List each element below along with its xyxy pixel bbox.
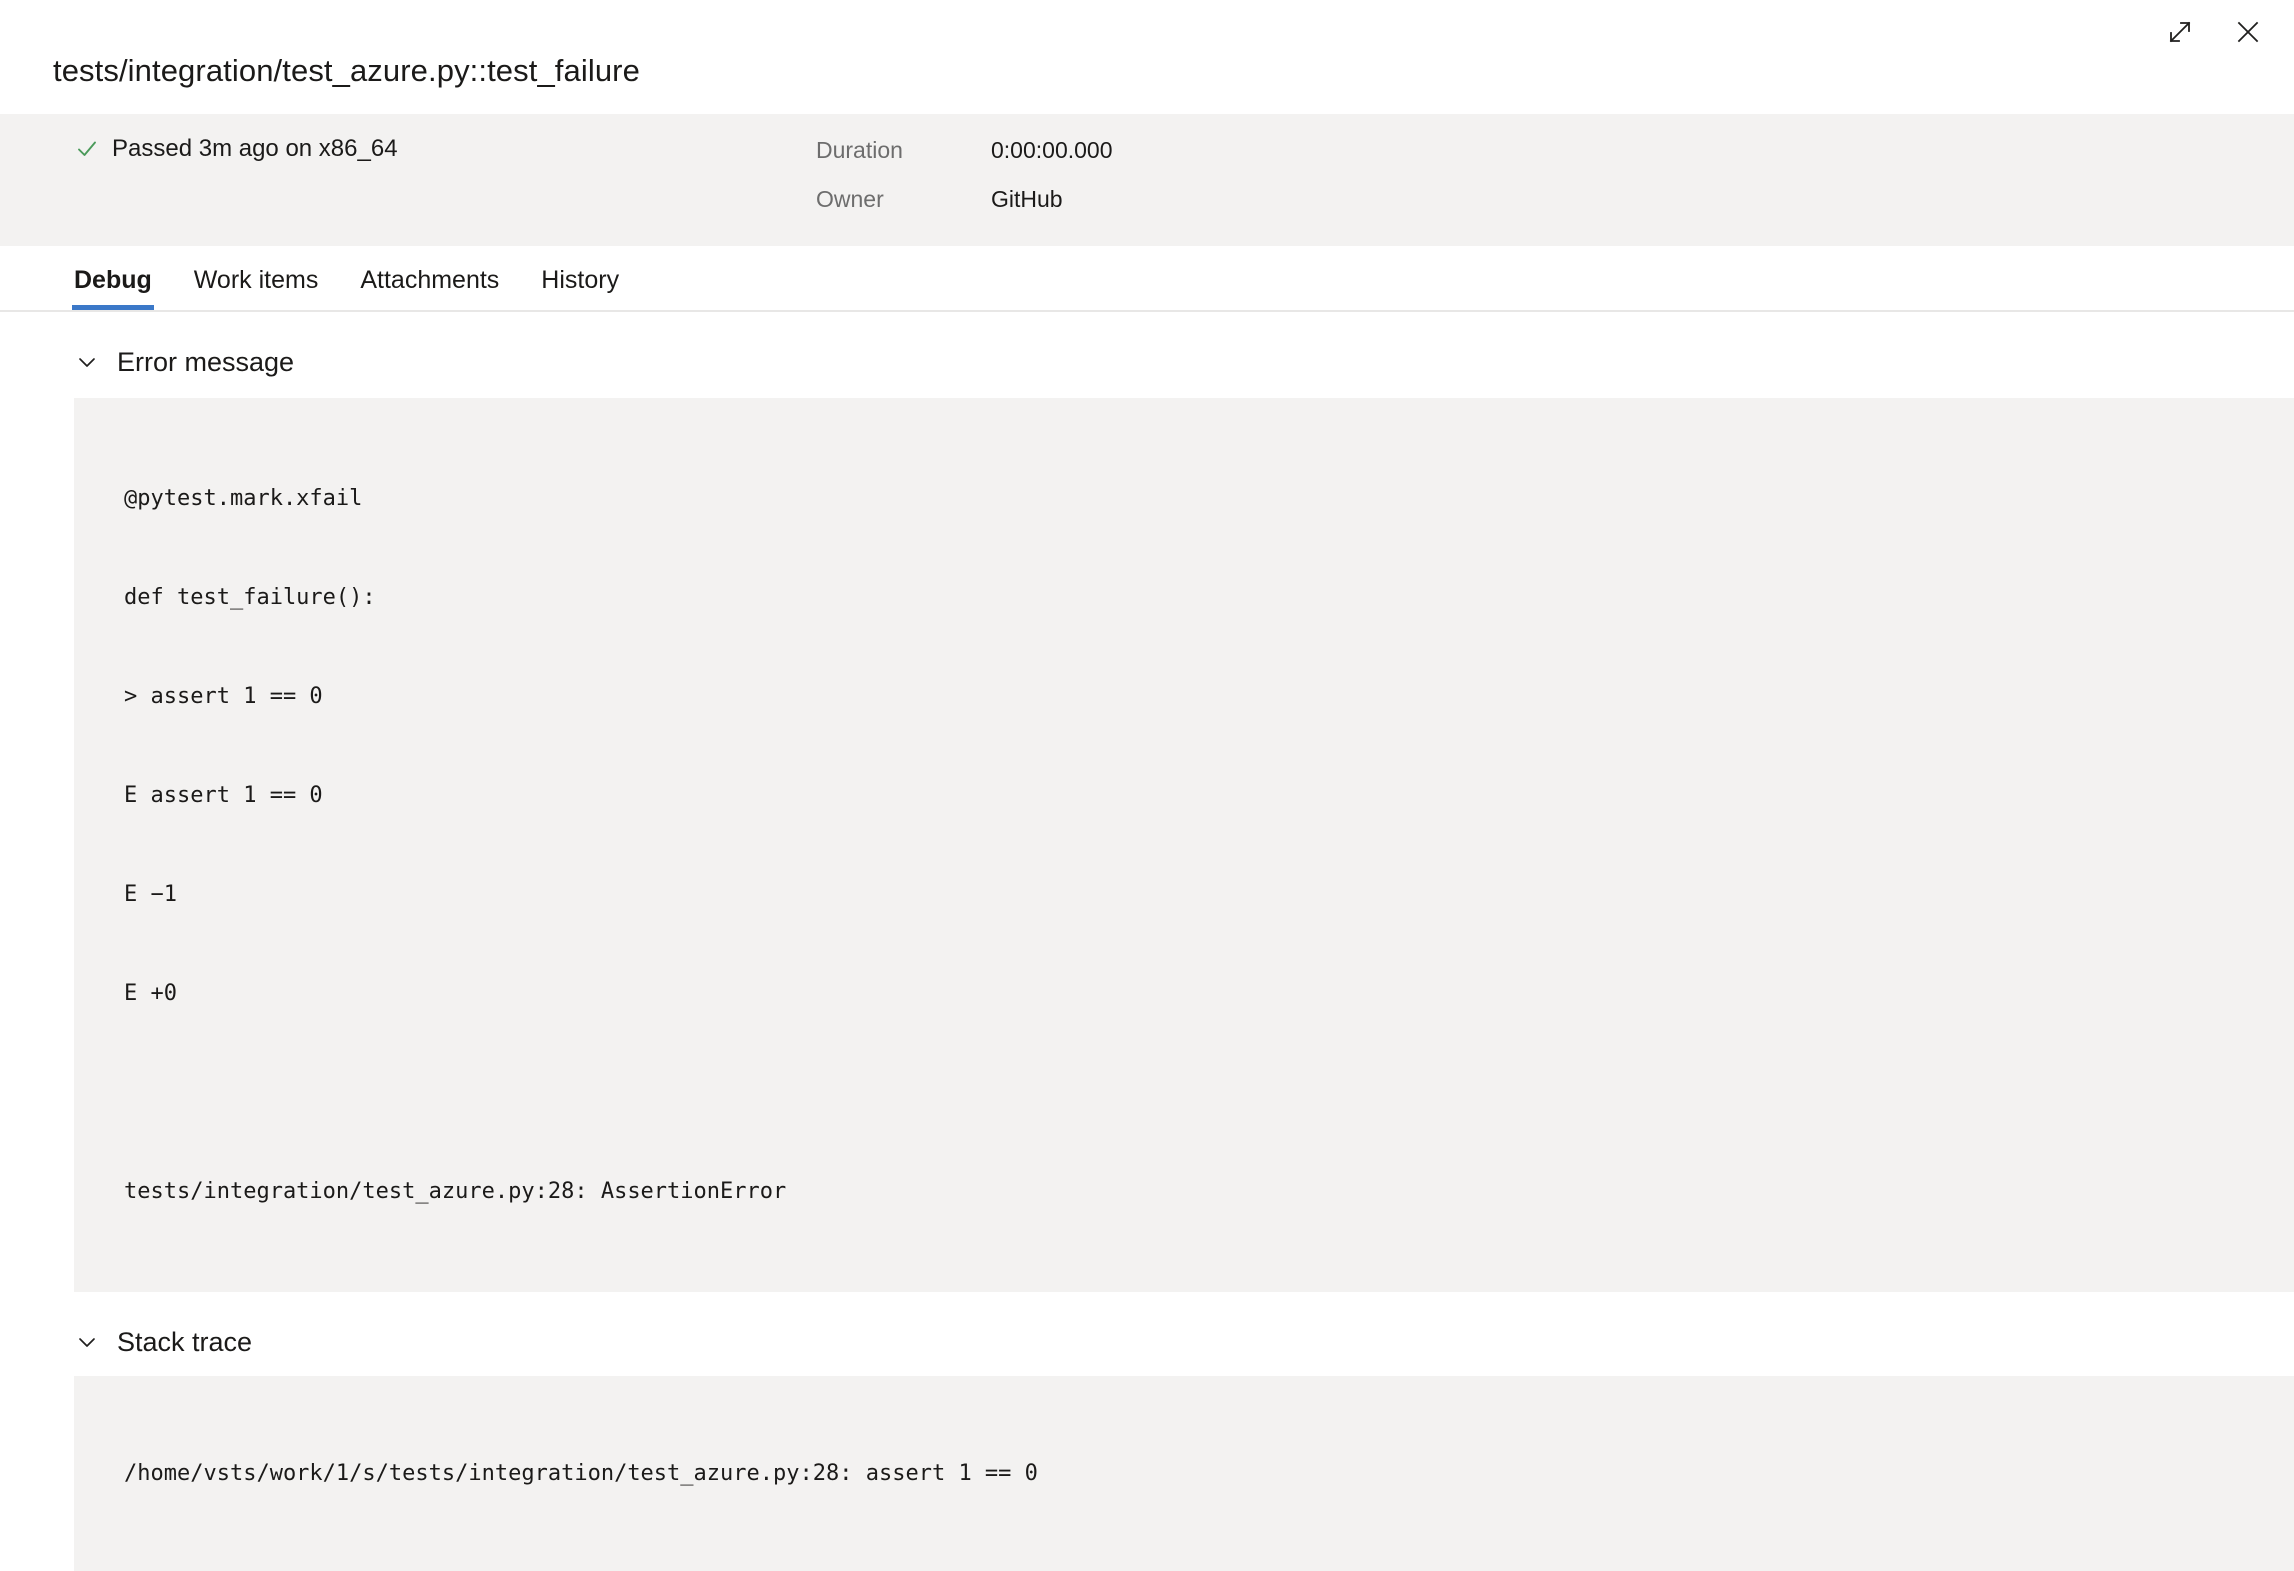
tab-debug[interactable]: Debug bbox=[72, 265, 154, 310]
outcome-text: Passed 3m ago on x86_64 bbox=[112, 135, 398, 162]
stack-trace-section: Stack trace /home/vsts/work/1/s/tests/in… bbox=[0, 1322, 2294, 1571]
code-line: E +0 bbox=[124, 981, 177, 1006]
tab-work-items[interactable]: Work items bbox=[192, 265, 321, 310]
error-message-title: Error message bbox=[117, 347, 295, 377]
page-title: tests/integration/test_azure.py::test_fa… bbox=[53, 53, 640, 88]
duration-label: Duration bbox=[816, 137, 903, 163]
stack-trace-header[interactable]: Stack trace bbox=[0, 1322, 2294, 1362]
close-icon bbox=[2235, 19, 2261, 45]
error-message-content: @pytest.mark.xfail def test_failure(): >… bbox=[74, 398, 2294, 1292]
tab-attachments[interactable]: Attachments bbox=[358, 265, 501, 310]
tab-bar: Debug Work items Attachments History bbox=[0, 246, 2294, 312]
code-line: /home/vsts/work/1/s/tests/integration/te… bbox=[124, 1461, 1038, 1486]
error-message-header[interactable]: Error message bbox=[0, 342, 2294, 382]
stack-trace-title: Stack trace bbox=[117, 1327, 253, 1357]
code-line: tests/integration/test_azure.py:28: Asse… bbox=[124, 1179, 787, 1204]
chevron-down-icon bbox=[76, 351, 98, 373]
test-outcome: Passed 3m ago on x86_64 bbox=[76, 134, 816, 164]
check-icon bbox=[76, 138, 98, 160]
window-controls bbox=[2160, 0, 2294, 54]
owner-value: GitHub bbox=[991, 186, 1063, 212]
duration-value: 0:00:00.000 bbox=[991, 137, 1113, 163]
expand-icon bbox=[2167, 19, 2193, 45]
error-message-section: Error message @pytest.mark.xfail def tes… bbox=[0, 342, 2294, 1292]
test-summary-band: Passed 3m ago on x86_64 Duration 0:00:00… bbox=[0, 114, 2294, 246]
title-bar: tests/integration/test_azure.py::test_fa… bbox=[0, 0, 2294, 96]
test-metadata: Duration 0:00:00.000 Owner GitHub bbox=[816, 136, 1113, 213]
expand-button[interactable] bbox=[2160, 12, 2200, 52]
code-line: def test_failure(): bbox=[124, 585, 376, 610]
code-line: E assert 1 == 0 bbox=[124, 783, 323, 808]
close-button[interactable] bbox=[2228, 12, 2268, 52]
code-line: @pytest.mark.xfail bbox=[124, 486, 363, 511]
code-line: > assert 1 == 0 bbox=[124, 684, 323, 709]
chevron-down-icon bbox=[76, 1331, 98, 1353]
tab-history[interactable]: History bbox=[539, 265, 621, 310]
owner-label: Owner bbox=[816, 186, 884, 212]
code-line: E −1 bbox=[124, 882, 177, 907]
stack-trace-content: /home/vsts/work/1/s/tests/integration/te… bbox=[74, 1376, 2294, 1571]
